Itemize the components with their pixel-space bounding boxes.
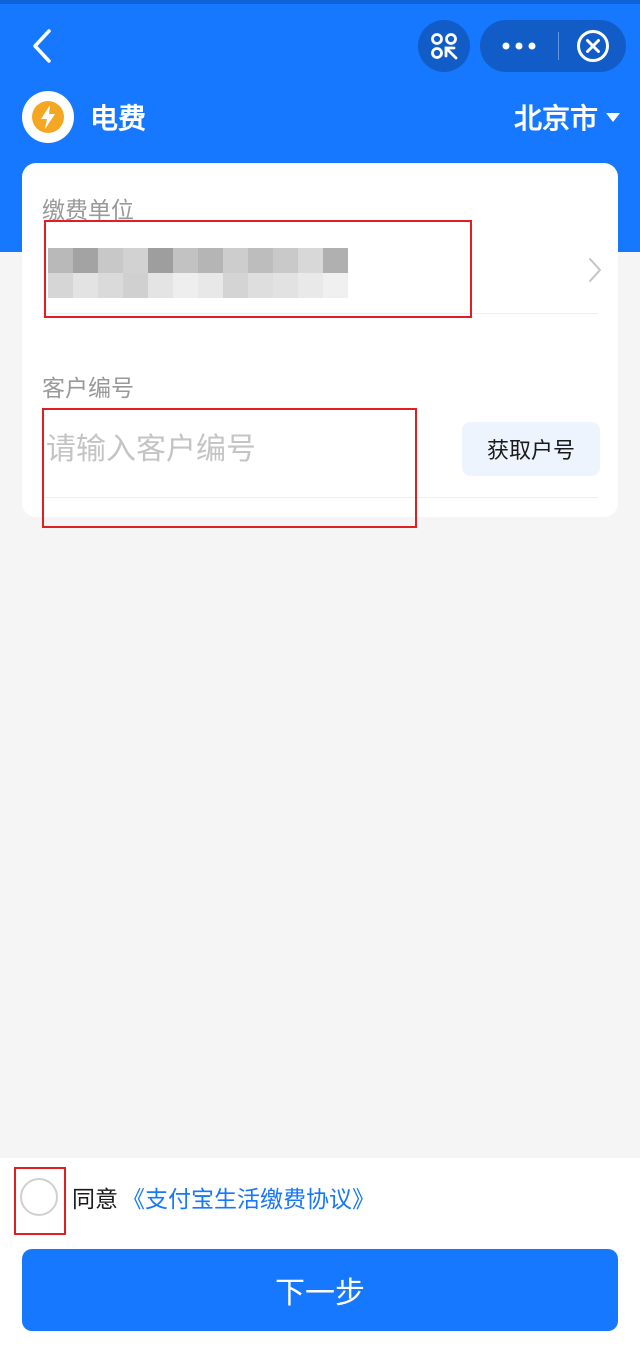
close-button[interactable]: [559, 20, 626, 72]
city-label: 北京市: [513, 102, 598, 135]
customer-number-label: 客户编号: [42, 376, 134, 402]
next-step-button[interactable]: 下一步: [22, 1249, 618, 1331]
page-title: 电费: [90, 102, 147, 135]
highlight-box: [42, 408, 417, 528]
scan-button[interactable]: [418, 20, 470, 72]
close-circle-icon: [576, 30, 609, 62]
app-logo: [22, 91, 74, 143]
lightning-icon: [32, 101, 64, 133]
city-selector[interactable]: 北京市: [514, 95, 620, 139]
agreement-row: 同意 《支付宝生活缴费协议》: [20, 1175, 375, 1219]
mini-program-capsule: [480, 20, 626, 72]
agree-prefix: 同意: [72, 1187, 118, 1213]
more-button[interactable]: [480, 20, 558, 72]
back-button[interactable]: [22, 26, 62, 66]
status-strip: [0, 0, 640, 4]
caret-down-icon: [606, 112, 620, 122]
chevron-left-icon: [33, 29, 51, 63]
agreement-link[interactable]: 《支付宝生活缴费协议》: [122, 1180, 375, 1214]
chevron-right-icon: [589, 258, 601, 282]
highlight-box: [44, 220, 472, 318]
get-number-button[interactable]: 获取户号: [462, 422, 600, 476]
more-horizontal-icon: [502, 42, 536, 50]
highlight-box: [14, 1167, 66, 1235]
scan-icon: [431, 33, 458, 60]
page-title-row: 电费: [22, 90, 146, 144]
